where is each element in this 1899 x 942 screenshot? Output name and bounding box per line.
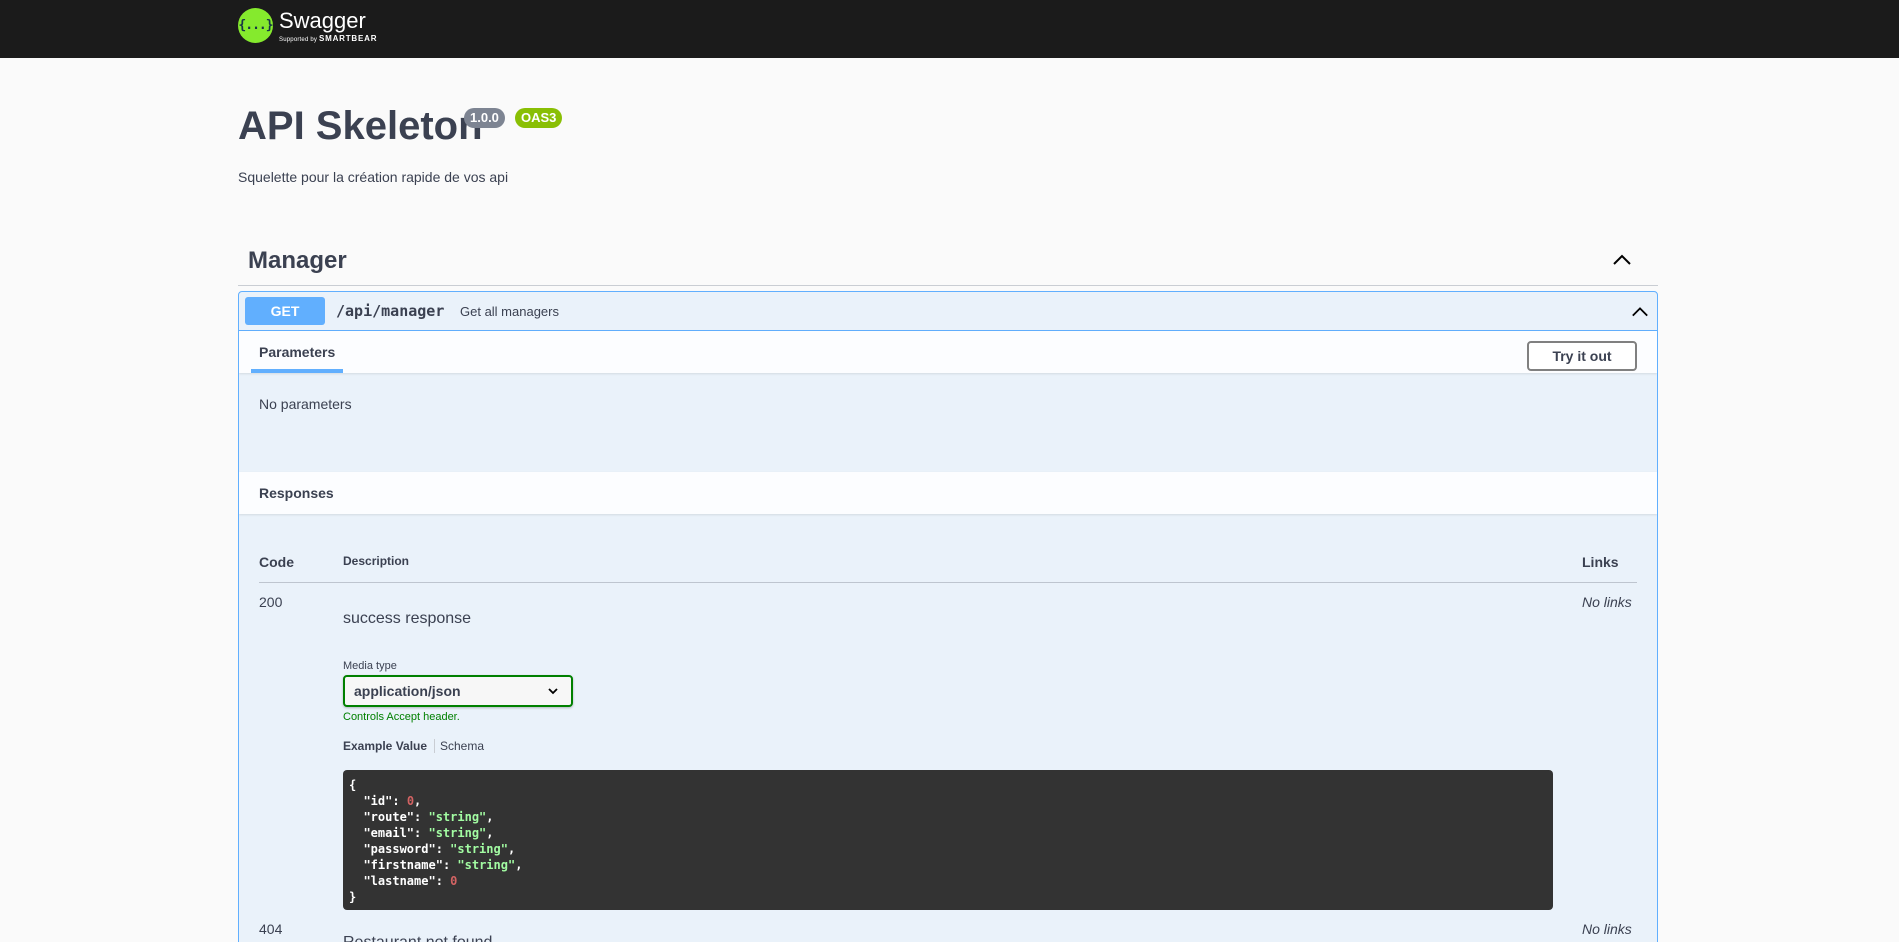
json-close-brace: } xyxy=(349,890,357,904)
media-type-hint: Controls Accept header. xyxy=(343,711,460,723)
media-type-value: application/json xyxy=(354,683,461,699)
column-header-description: Description xyxy=(343,554,410,568)
tag-name: Manager xyxy=(248,247,347,274)
json-line: "email": "string", xyxy=(363,826,494,840)
api-description: Squelette pour la création rapide de vos… xyxy=(238,169,509,185)
table-header-divider xyxy=(259,582,1637,583)
media-type-label: Media type xyxy=(343,660,397,672)
page-title: API Skeleton xyxy=(238,104,483,148)
response-links: No links xyxy=(1582,921,1632,937)
responses-title: Responses xyxy=(259,485,334,501)
endpoint-summary: Get all managers xyxy=(460,304,559,319)
swagger-logo[interactable]: {...} Swagger Supported by SMARTBEAR xyxy=(238,8,377,43)
logo-sub-brand: SMARTBEAR xyxy=(318,33,378,43)
version-badge: 1.0.0 xyxy=(464,108,505,128)
topbar: {...} Swagger Supported by SMARTBEAR xyxy=(0,0,1899,58)
logo-text: Swagger Supported by SMARTBEAR xyxy=(279,7,377,43)
response-links: No links xyxy=(1582,594,1632,610)
oas-badge: OAS3 xyxy=(515,108,563,128)
responses-header: Responses xyxy=(239,472,1657,514)
response-code: 404 xyxy=(259,921,283,937)
response-code: 200 xyxy=(259,594,283,610)
json-line: "password": "string", xyxy=(363,842,516,856)
try-it-out-button[interactable]: Try it out xyxy=(1527,341,1637,371)
json-line: "id": 0, xyxy=(363,794,422,808)
logo-name: Swagger xyxy=(279,7,366,33)
response-description: Restaurant not found xyxy=(343,934,492,942)
opblock-get-api-manager: GET /api/manager Get all managers Parame… xyxy=(238,291,1658,942)
column-header-code: Code xyxy=(259,554,294,570)
column-header-links: Links xyxy=(1582,554,1619,570)
tag-header-manager[interactable]: Manager xyxy=(238,238,1658,286)
tab-schema[interactable]: Schema xyxy=(440,739,484,753)
chevron-up-icon[interactable] xyxy=(1631,303,1649,321)
json-line: "route": "string", xyxy=(363,810,494,824)
tab-example-value[interactable]: Example Value xyxy=(343,739,427,753)
media-type-select[interactable]: application/json xyxy=(343,675,573,707)
parameters-header: Parameters Try it out xyxy=(239,331,1657,373)
opblock-summary[interactable]: GET /api/manager Get all managers xyxy=(239,292,1657,331)
tab-divider xyxy=(434,739,435,753)
json-open-brace: { xyxy=(349,778,357,792)
json-line: "lastname": 0 xyxy=(363,874,458,888)
response-description: success response xyxy=(343,610,472,627)
logo-subtitle: Supported by SMARTBEAR xyxy=(279,34,377,43)
json-line: "firstname": "string", xyxy=(363,858,523,872)
chevron-down-icon xyxy=(548,688,558,695)
swagger-logo-icon: {...} xyxy=(238,8,274,43)
logo-sub-prefix: Supported by xyxy=(279,36,319,43)
endpoint-path: /api/manager xyxy=(336,302,445,320)
no-parameters-text: No parameters xyxy=(259,396,352,412)
example-json[interactable]: { "id": 0, "route": "string", "email": "… xyxy=(343,770,1553,910)
http-method-badge: GET xyxy=(245,297,325,325)
chevron-up-icon[interactable] xyxy=(1612,250,1632,270)
tab-parameters[interactable]: Parameters xyxy=(251,331,344,373)
